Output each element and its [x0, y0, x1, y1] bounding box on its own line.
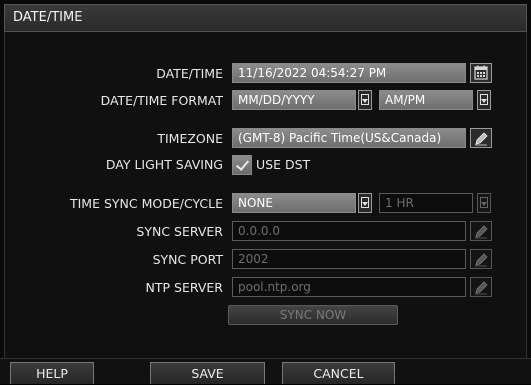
ntp-server-field[interactable]: pool.ntp.org	[232, 277, 466, 297]
edit-icon	[475, 281, 488, 295]
sync-server-label: SYNC SERVER	[136, 224, 223, 239]
title-bar: DATE/TIME	[4, 4, 527, 32]
sync-port-label: SYNC PORT	[152, 252, 223, 267]
cancel-button[interactable]: CANCEL	[282, 362, 395, 384]
sync-now-button[interactable]: SYNC NOW	[228, 305, 398, 325]
sync-mode-dropdown-button[interactable]	[358, 193, 372, 213]
timezone-edit-button[interactable]	[470, 128, 492, 148]
help-button[interactable]: HELP	[10, 362, 94, 384]
chevron-down-icon	[361, 94, 369, 105]
save-button[interactable]: SAVE	[150, 362, 265, 384]
sync-cycle-dropdown-button[interactable]	[477, 193, 491, 213]
edit-icon	[475, 132, 488, 146]
timezone-field[interactable]: (GMT-8) Pacific Time(US&Canada)	[232, 128, 466, 148]
window-title: DATE/TIME	[13, 10, 83, 25]
sync-port-field[interactable]: 2002	[232, 249, 466, 269]
calendar-icon	[474, 65, 488, 80]
date-format-dropdown-button[interactable]	[358, 90, 372, 110]
use-dst-label: USE DST	[256, 157, 311, 172]
dst-label: DAY LIGHT SAVING	[105, 157, 223, 172]
format-label: DATE/TIME FORMAT	[100, 93, 223, 108]
edit-icon	[475, 225, 488, 239]
time-format-select[interactable]: AM/PM	[379, 90, 473, 110]
sync-mode-select[interactable]: NONE	[232, 193, 356, 213]
calendar-button[interactable]	[470, 63, 492, 83]
sync-server-edit-button[interactable]	[470, 221, 492, 241]
chevron-down-icon	[480, 94, 488, 105]
chevron-down-icon	[361, 197, 369, 208]
sync-cycle-select[interactable]: 1 HR	[379, 193, 473, 213]
timezone-label: TIMEZONE	[157, 131, 223, 146]
datetime-label: DATE/TIME	[156, 66, 223, 81]
chevron-down-icon	[480, 197, 488, 208]
datetime-field[interactable]: 11/16/2022 04:54:27 PM	[232, 63, 466, 83]
sync-port-edit-button[interactable]	[470, 249, 492, 269]
ntp-server-label: NTP SERVER	[145, 280, 223, 295]
edit-icon	[475, 253, 488, 267]
use-dst-checkbox[interactable]	[232, 155, 252, 175]
sync-server-field[interactable]: 0.0.0.0	[232, 221, 466, 241]
time-format-dropdown-button[interactable]	[477, 90, 491, 110]
date-format-select[interactable]: MM/DD/YYYY	[232, 90, 356, 110]
sync-mode-label: TIME SYNC MODE/CYCLE	[69, 196, 223, 211]
datetime-window: DATE/TIME DATE/TIME 11/16/2022 04:54:27 …	[0, 0, 531, 384]
ntp-server-edit-button[interactable]	[470, 277, 492, 297]
